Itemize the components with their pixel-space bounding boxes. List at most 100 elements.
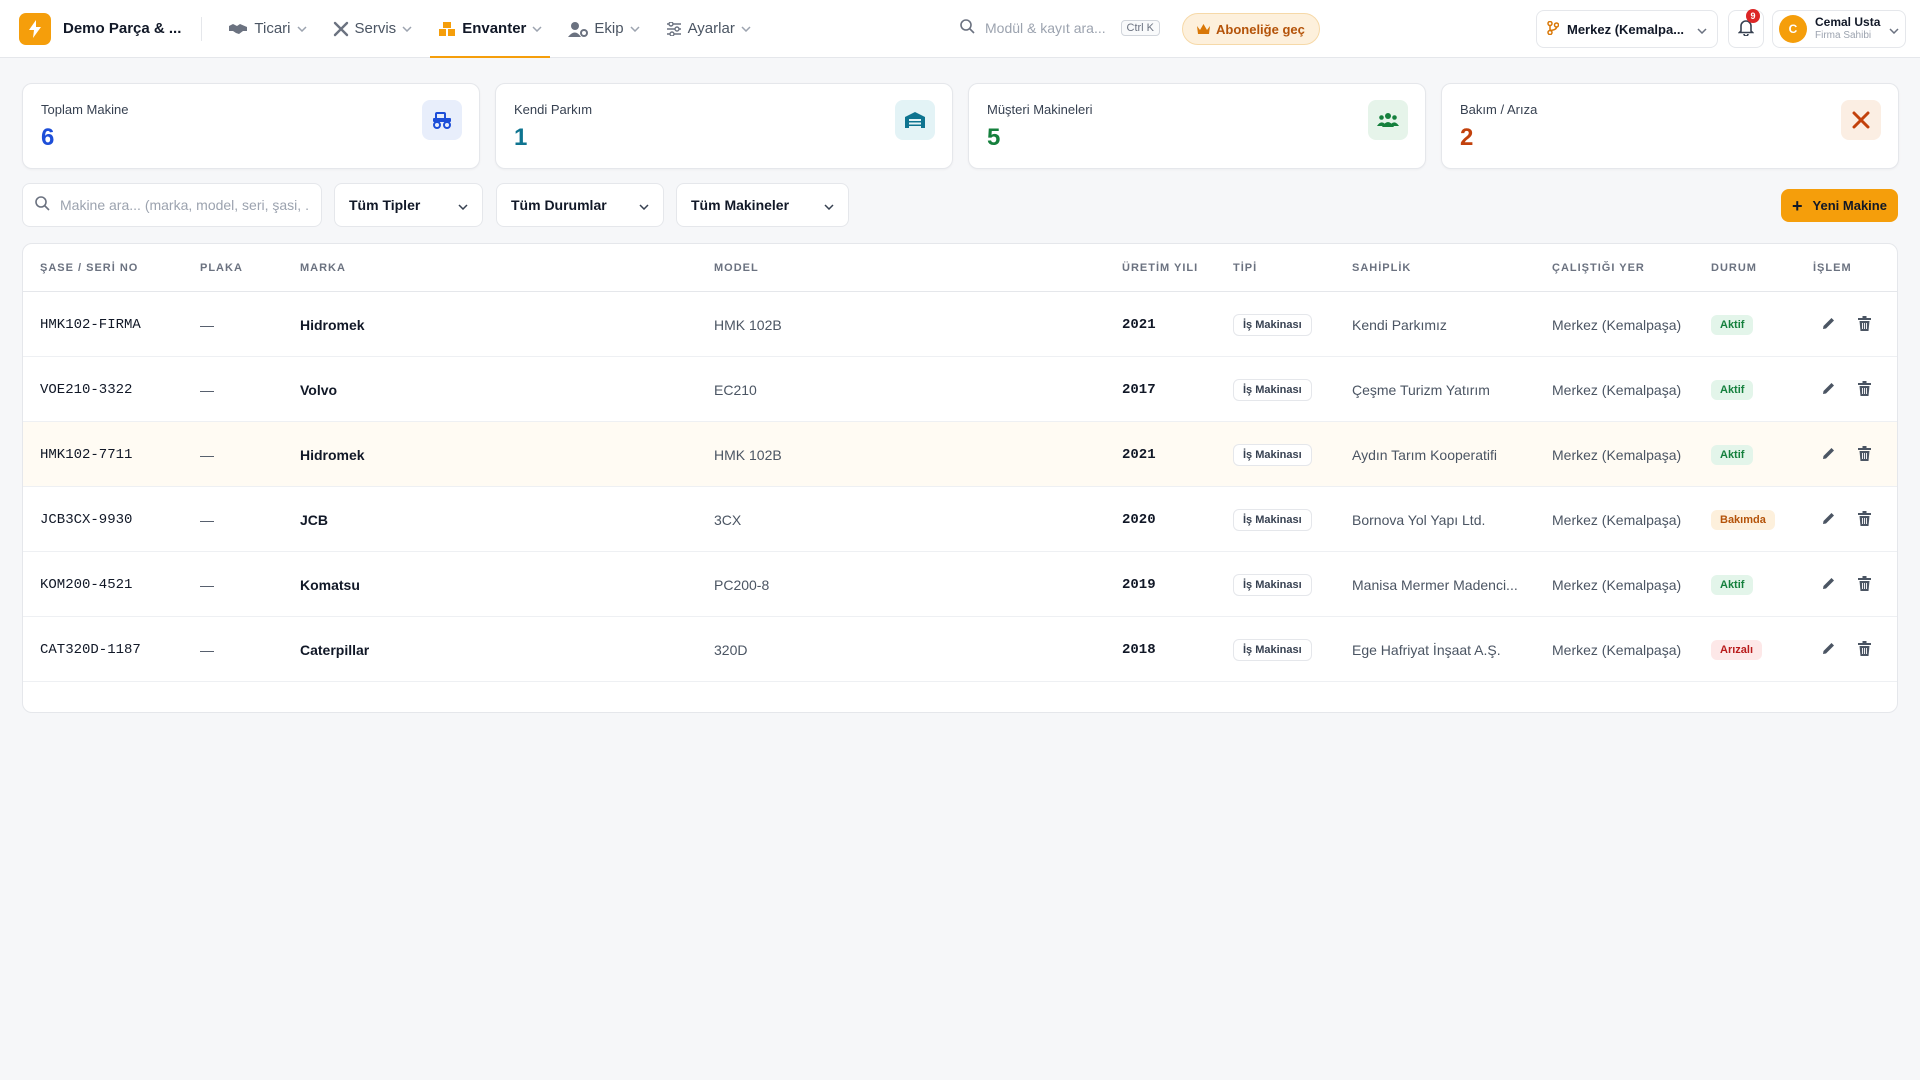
main-nav: Ticari Servis Envanter Ekip Ayarlar [220, 0, 768, 58]
status-select[interactable]: Tüm Durumlar [496, 183, 664, 227]
model-cell: 3CX [714, 511, 742, 528]
column-header[interactable]: ŞASE / SERİ NO [40, 262, 138, 274]
delete-button[interactable] [1849, 505, 1879, 535]
stat-card-total: Toplam Makine 6 [22, 83, 480, 169]
status-cell: Aktif [1711, 552, 1754, 617]
serial-cell: VOE210-3322 [40, 381, 133, 398]
stat-label: Kendi Parkım [514, 102, 593, 117]
brand[interactable]: Demo Parça & ... [19, 12, 181, 45]
year-cell: 2021 [1122, 446, 1156, 463]
plate-cell: — [200, 576, 214, 593]
user-menu[interactable]: C Cemal Usta Firma Sahibi [1772, 10, 1906, 48]
branch-icon [1547, 20, 1560, 38]
column-header[interactable]: TİPİ [1233, 262, 1257, 274]
nav-label: Ticari [254, 20, 291, 37]
notifications-button[interactable]: 9 [1728, 9, 1764, 48]
model-cell: EC210 [714, 381, 757, 398]
model-cell: HMK 102B [714, 446, 782, 463]
nav-servis[interactable]: Servis [325, 0, 421, 58]
tools-icon [333, 21, 349, 37]
delete-button[interactable] [1849, 570, 1879, 600]
delete-button[interactable] [1849, 375, 1879, 405]
type-badge: İş Makinası [1233, 508, 1312, 531]
pencil-icon [1821, 316, 1836, 334]
brand-cell: Volvo [300, 381, 338, 398]
status-cell: Arızalı [1711, 617, 1763, 682]
edit-button[interactable] [1813, 505, 1843, 535]
delete-button[interactable] [1849, 310, 1879, 340]
status-badge: Arızalı [1711, 639, 1763, 660]
table-row[interactable]: HMK102-FIRMA — Hidromek HMK 102B 2021 İş… [23, 292, 1897, 357]
edit-button[interactable] [1813, 635, 1843, 665]
machine-select[interactable]: Tüm Makineler [676, 183, 849, 227]
year-cell: 2021 [1122, 316, 1156, 333]
handshake-icon [228, 22, 248, 36]
pencil-icon [1821, 576, 1836, 594]
nav-envanter[interactable]: Envanter [430, 0, 551, 58]
serial-cell: HMK102-7711 [40, 446, 133, 463]
column-header[interactable]: MARKA [300, 262, 346, 274]
edit-button[interactable] [1813, 570, 1843, 600]
stat-value: 2 [1460, 124, 1474, 151]
owner-cell: Manisa Mermer Madenci... [1352, 576, 1518, 593]
column-header[interactable]: ÇALIŞTIĞI YER [1552, 262, 1645, 274]
brand-cell: Hidromek [300, 446, 365, 463]
nav-ayarlar[interactable]: Ayarlar [658, 0, 759, 58]
column-header[interactable]: PLAKA [200, 262, 243, 274]
sliders-icon [666, 21, 682, 36]
machine-search-input[interactable] [60, 197, 309, 213]
location-cell: Merkez (Kemalpaşa) [1552, 511, 1682, 528]
actions-cell [1813, 617, 1879, 682]
location-cell: Merkez (Kemalpaşa) [1552, 381, 1682, 398]
actions-cell [1813, 422, 1879, 487]
column-header[interactable]: ÜRETİM YILI [1122, 262, 1198, 274]
table-row[interactable]: KOM200-4521 — Komatsu PC200-8 2019 İş Ma… [23, 552, 1897, 617]
stat-label: Toplam Makine [41, 102, 129, 117]
new-machine-label: Yeni Makine [1812, 198, 1887, 213]
serial-cell: HMK102-FIRMA [40, 316, 141, 333]
column-header[interactable]: MODEL [714, 262, 759, 274]
table-row[interactable]: JCB3CX-9930 — JCB 3CX 2020 İş Makinası B… [23, 487, 1897, 552]
status-badge: Aktif [1711, 444, 1754, 465]
table-row[interactable]: VOE210-3322 — Volvo EC210 2017 İş Makina… [23, 357, 1897, 422]
global-search[interactable]: Modül & kayıt ara... Ctrl K [950, 10, 1170, 46]
serial-cell: JCB3CX-9930 [40, 511, 133, 528]
actions-cell [1813, 487, 1879, 552]
branch-selector[interactable]: Merkez (Kemalpa... [1536, 10, 1718, 48]
actions-cell [1813, 292, 1879, 357]
owner-cell: Kendi Parkımız [1352, 316, 1447, 333]
machine-search[interactable] [22, 183, 322, 227]
status-cell: Aktif [1711, 292, 1754, 357]
location-cell: Merkez (Kemalpaşa) [1552, 316, 1682, 333]
nav-ticari[interactable]: Ticari [220, 0, 314, 58]
plate-cell: — [200, 316, 214, 333]
chevron-down-icon [741, 25, 751, 32]
delete-button[interactable] [1849, 635, 1879, 665]
plate-cell: — [200, 641, 214, 658]
branch-label: Merkez (Kemalpa... [1567, 21, 1685, 37]
upgrade-button[interactable]: Aboneliğe geç [1182, 13, 1320, 45]
new-machine-button[interactable]: + Yeni Makine [1781, 189, 1898, 222]
nav-label: Ekip [594, 20, 624, 37]
edit-button[interactable] [1813, 375, 1843, 405]
edit-button[interactable] [1813, 440, 1843, 470]
type-select[interactable]: Tüm Tipler [334, 183, 483, 227]
column-header[interactable]: SAHİPLİK [1352, 262, 1411, 274]
delete-button[interactable] [1849, 440, 1879, 470]
type-cell: İş Makinası [1233, 617, 1312, 682]
location-cell: Merkez (Kemalpaşa) [1552, 446, 1682, 463]
pencil-icon [1821, 381, 1836, 399]
user-role: Firma Sahibi [1815, 30, 1872, 42]
table-row[interactable]: HMK102-7711 — Hidromek HMK 102B 2021 İş … [23, 422, 1897, 487]
nav-ekip[interactable]: Ekip [560, 0, 647, 58]
edit-button[interactable] [1813, 310, 1843, 340]
table-row[interactable]: CAT320D-1187 — Caterpillar 320D 2018 İş … [23, 617, 1897, 682]
actions-cell [1813, 552, 1879, 617]
status-badge: Aktif [1711, 379, 1754, 400]
column-header[interactable]: DURUM [1711, 262, 1757, 274]
year-cell: 2020 [1122, 511, 1156, 528]
model-cell: PC200-8 [714, 576, 770, 593]
owner-cell: Ege Hafriyat İnşaat A.Ş. [1352, 641, 1501, 658]
plate-cell: — [200, 381, 214, 398]
status-badge: Aktif [1711, 314, 1754, 335]
